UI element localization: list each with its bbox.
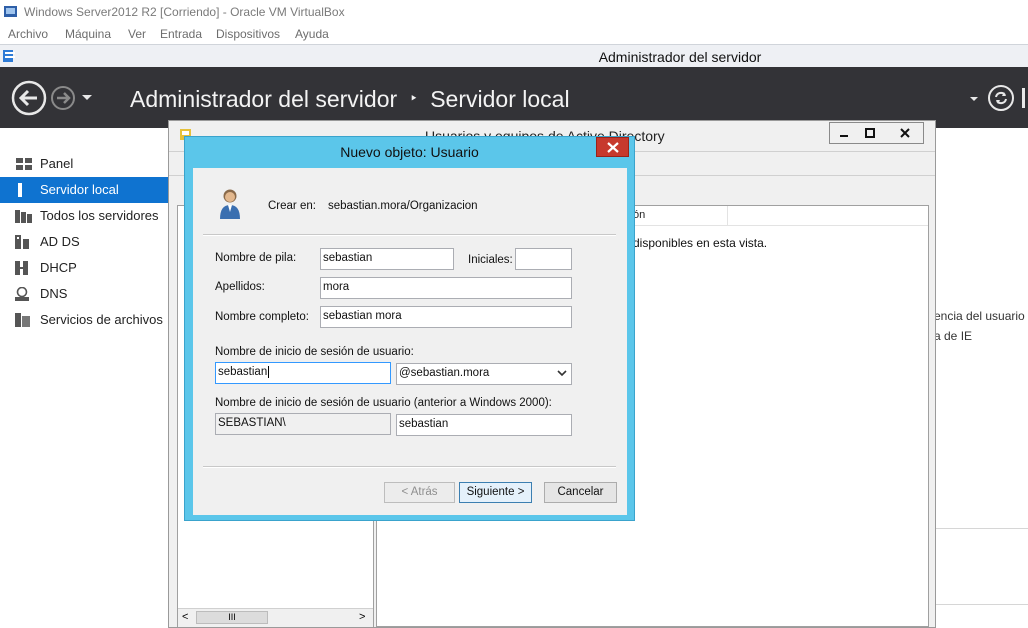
all-servers-icon xyxy=(15,210,32,223)
nav-item-ad-ds[interactable]: AD DS xyxy=(0,229,168,255)
text-caret xyxy=(268,366,270,378)
back-button[interactable]: < Atrás xyxy=(384,482,455,503)
logon-name-label: Nombre de inicio de sesión de usuario: xyxy=(215,346,414,358)
close-icon xyxy=(607,142,619,153)
upn-suffix-value: @sebastian.mora xyxy=(399,367,490,379)
cancel-button[interactable]: Cancelar xyxy=(544,482,617,503)
forward-arrow-icon[interactable] xyxy=(50,85,80,113)
scroll-thumb[interactable]: III xyxy=(196,611,268,624)
server-manager-window-title: Administrador del servidor xyxy=(598,49,762,65)
window-controls xyxy=(829,122,924,144)
logon-name-input[interactable]: sebastian xyxy=(215,362,391,384)
scroll-right-arrow-icon[interactable]: > xyxy=(359,611,365,623)
dns-icon xyxy=(15,287,29,301)
server-manager-nav: Panel Servidor local Todos los servidore… xyxy=(0,128,168,628)
vbox-titlebar: Windows Server2012 R2 [Corriendo] - Orac… xyxy=(0,0,1028,24)
history-dropdown-icon[interactable] xyxy=(81,94,93,102)
pre2000-logon-input[interactable]: sebastian xyxy=(396,414,572,436)
nav-label: AD DS xyxy=(40,234,80,249)
nav-item-dhcp[interactable]: DHCP xyxy=(0,255,168,281)
pre2000-domain-field: SEBASTIAN\ xyxy=(215,413,391,435)
refresh-icon[interactable] xyxy=(986,83,1016,113)
user-icon xyxy=(220,189,240,219)
nav-item-panel[interactable]: Panel xyxy=(0,151,168,177)
upn-suffix-select[interactable]: @sebastian.mora xyxy=(396,363,572,385)
full-name-input[interactable]: sebastian mora xyxy=(320,306,572,328)
server-manager-header: Administrador del servidor ‣ Servidor lo… xyxy=(0,67,1028,128)
vbox-menubar: Archivo Máquina Ver Entrada Dispositivos… xyxy=(0,24,1028,44)
menu-maquina[interactable]: Máquina xyxy=(65,27,111,41)
dropdown-arrow-icon[interactable] xyxy=(969,96,979,103)
minimize-icon[interactable] xyxy=(838,127,850,139)
menu-dispositivos[interactable]: Dispositivos xyxy=(216,27,280,41)
content-divider xyxy=(936,528,1028,529)
nav-label: Servidor local xyxy=(40,182,119,197)
breadcrumb-root[interactable]: Administrador del servidor xyxy=(130,86,397,112)
nav-label: DNS xyxy=(40,286,68,301)
full-name-label: Nombre completo: xyxy=(215,311,309,323)
nav-item-all-servers[interactable]: Todos los servidores xyxy=(0,203,168,229)
nav-item-local-server[interactable]: Servidor local xyxy=(0,177,168,203)
column-divider[interactable] xyxy=(727,206,728,225)
vbox-window-title: Windows Server2012 R2 [Corriendo] - Orac… xyxy=(24,5,345,19)
file-services-icon xyxy=(15,313,30,327)
nav-label: Servicios de archivos xyxy=(40,312,163,327)
new-user-dialog: Nuevo objeto: Usuario Crear en: sebastia… xyxy=(184,136,635,521)
nav-item-dns[interactable]: DNS xyxy=(0,281,168,307)
breadcrumb-current: Servidor local xyxy=(430,86,570,112)
user-setting-text: encia del usuario xyxy=(934,309,1025,323)
menu-ayuda[interactable]: Ayuda xyxy=(295,27,329,41)
initials-input[interactable] xyxy=(515,248,572,270)
dialog-title: Nuevo objeto: Usuario xyxy=(340,144,479,160)
nav-label: Todos los servidores xyxy=(40,208,159,223)
dashboard-icon xyxy=(16,158,32,170)
separator xyxy=(203,466,616,468)
server-manager-titlebar: Administrador del servidor xyxy=(0,44,1028,68)
dhcp-icon xyxy=(15,261,28,275)
menu-ver[interactable]: Ver xyxy=(128,27,146,41)
menu-entrada[interactable]: Entrada xyxy=(160,27,202,41)
menu-archivo[interactable]: Archivo xyxy=(8,27,48,41)
manage-menu-edge[interactable] xyxy=(1022,88,1025,108)
virtualbox-icon xyxy=(4,6,17,17)
ad-ds-icon xyxy=(15,235,29,249)
nav-label: Panel xyxy=(40,156,74,171)
content-divider xyxy=(936,604,1028,605)
last-name-input[interactable]: mora xyxy=(320,277,572,299)
chevron-down-icon xyxy=(557,370,567,377)
first-name-label: Nombre de pila: xyxy=(215,252,297,264)
last-name-label: Apellidos: xyxy=(215,281,265,293)
separator xyxy=(203,234,616,236)
breadcrumb-separator: ‣ xyxy=(409,90,418,106)
scroll-left-arrow-icon[interactable]: < xyxy=(182,611,188,623)
initials-label: Iniciales: xyxy=(468,254,513,266)
nav-label: DHCP xyxy=(40,260,77,275)
pre2000-logon-label: Nombre de inicio de sesión de usuario (a… xyxy=(215,397,552,409)
horizontal-scrollbar[interactable]: < III > xyxy=(178,608,373,627)
local-server-icon xyxy=(18,183,22,197)
ie-setting-text: a de IE xyxy=(934,329,973,343)
nav-item-file-services[interactable]: Servicios de archivos xyxy=(0,307,168,333)
logon-name-value: sebastian xyxy=(218,366,268,378)
create-in-value: sebastian.mora/Organizacion xyxy=(328,200,478,212)
next-button[interactable]: Siguiente > xyxy=(459,482,532,503)
dialog-body: Crear en: sebastian.mora/Organizacion No… xyxy=(193,168,627,515)
breadcrumb: Administrador del servidor ‣ Servidor lo… xyxy=(130,86,570,113)
dialog-close-button[interactable] xyxy=(596,137,629,157)
empty-view-message: disponibles en esta vista. xyxy=(633,236,768,250)
close-icon[interactable] xyxy=(899,127,911,139)
create-in-label: Crear en: xyxy=(268,200,316,212)
first-name-input[interactable]: sebastian xyxy=(320,248,454,270)
back-arrow-icon[interactable] xyxy=(10,80,50,116)
maximize-icon[interactable] xyxy=(864,127,876,139)
